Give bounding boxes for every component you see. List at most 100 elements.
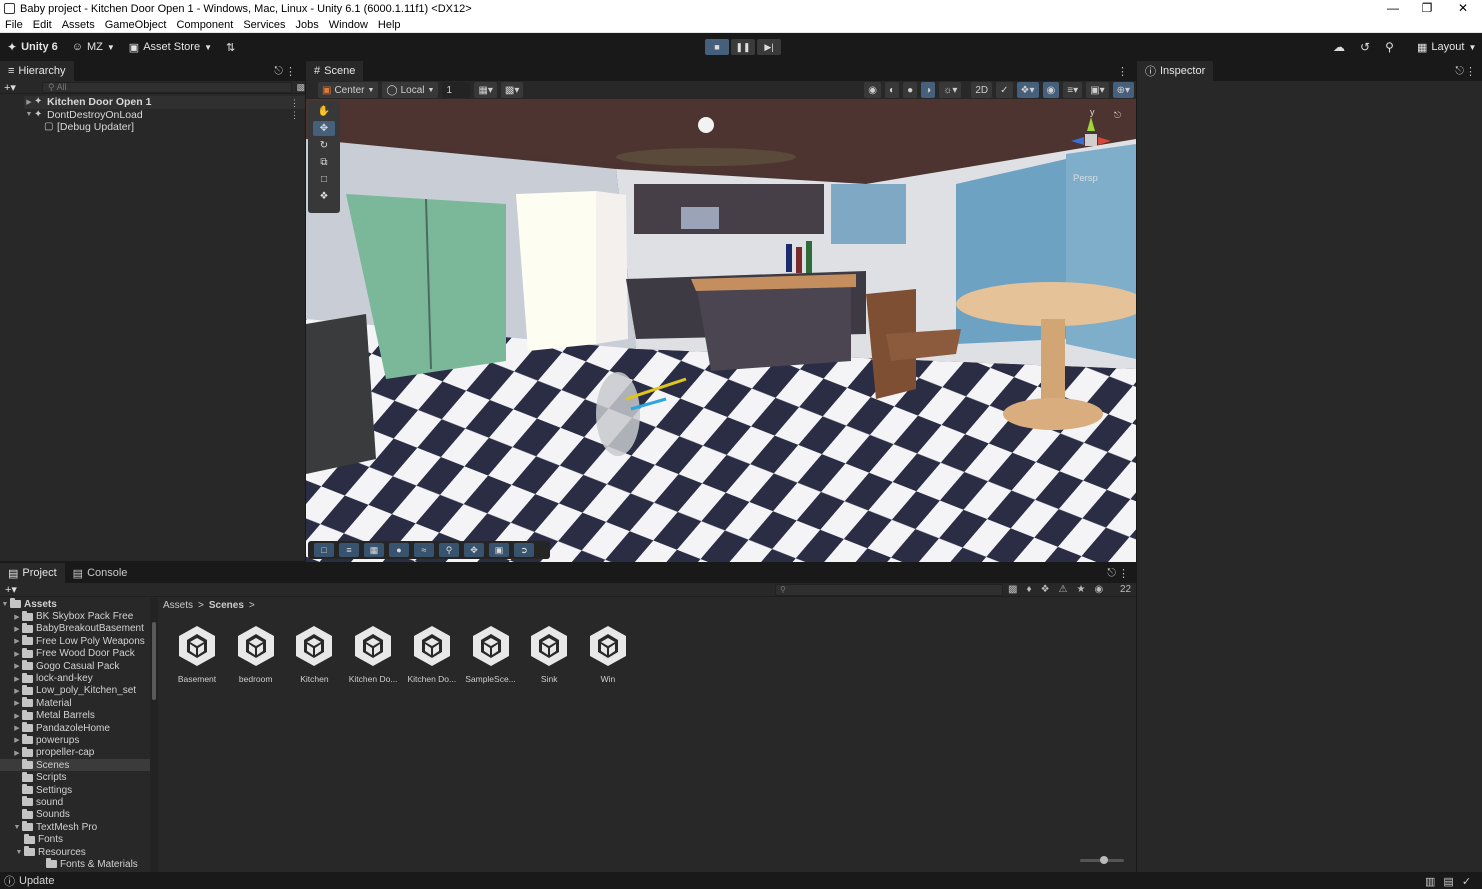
cloud-icon[interactable]: ☁	[1333, 40, 1345, 54]
lock-icon[interactable]: ⎋	[1107, 567, 1116, 580]
tree-folder[interactable]: ▶ Gogo Casual Pack	[0, 660, 150, 672]
shading-unlit-button[interactable]: ◑	[921, 82, 936, 98]
menu-file[interactable]: File	[0, 19, 28, 31]
toggle-2d-button[interactable]: 2D	[971, 82, 993, 98]
rect-select-icon[interactable]: □	[314, 543, 334, 557]
tree-folder[interactable]: ▶ Low_poly_Kitchen_set	[0, 684, 150, 697]
scene-asset-tile[interactable]: Sink	[520, 624, 578, 684]
expand-arrow-icon[interactable]: ▶	[12, 613, 22, 621]
tree-folder[interactable]: ▼ Resources	[0, 846, 150, 858]
expand-arrow-icon[interactable]: ▶	[12, 736, 22, 744]
debug-draw-dropdown[interactable]: ☼▾	[939, 82, 962, 98]
pause-button[interactable]: ❚❚	[731, 39, 755, 55]
layers-overlay-icon[interactable]: ≈	[414, 543, 434, 557]
scene-asset-tile[interactable]: SampleSce...	[462, 624, 520, 684]
grid-snap-dropdown[interactable]: ▦▾	[474, 82, 497, 98]
menu-help[interactable]: Help	[373, 19, 406, 31]
unity-button[interactable]: ✦ Unity 6	[0, 37, 65, 57]
hierarchy-search-input[interactable]: ⚲ All	[41, 81, 293, 93]
tab-hierarchy[interactable]: ≡ Hierarchy	[0, 61, 74, 81]
pivot-overlay-icon[interactable]: ✥	[464, 543, 484, 557]
tree-folder[interactable]: ▶ BabyBreakoutBasement	[0, 622, 150, 635]
scale-tool-icon[interactable]: ⧉	[313, 155, 335, 170]
step-button[interactable]: ▶|	[757, 39, 781, 55]
add-icon[interactable]: +▾	[4, 81, 16, 94]
gizmo-lock-icon[interactable]: ⎋	[1114, 110, 1121, 121]
expand-arrow-icon[interactable]: ▶	[12, 712, 22, 720]
version-control-button[interactable]: ⇅	[219, 37, 242, 57]
more-options-icon[interactable]: ⋮	[285, 65, 296, 78]
navigation-icon[interactable]: ➲	[514, 543, 534, 557]
breadcrumb-assets[interactable]: Assets	[163, 600, 193, 611]
menu-component[interactable]: Component	[171, 19, 238, 31]
menu-services[interactable]: Services	[238, 19, 290, 31]
breadcrumb-scenes[interactable]: Scenes	[209, 600, 244, 611]
expand-arrow-icon[interactable]: ▶	[12, 699, 22, 707]
scene-asset-tile[interactable]: bedroom	[227, 624, 285, 684]
project-search-input[interactable]: ⚲	[775, 584, 1003, 596]
tree-folder[interactable]: ▶ BK Skybox Pack Free	[0, 610, 150, 622]
row-menu-icons[interactable]: ⋮ ⋮	[290, 97, 299, 121]
tab-project[interactable]: ▤ Project	[0, 563, 65, 583]
search-by-type-icon[interactable]: ▩	[1008, 584, 1017, 595]
orientation-gizmo[interactable]: y	[1066, 107, 1116, 165]
folder-tree-scrollbar[interactable]	[150, 598, 158, 872]
scene-asset-tile[interactable]: Win	[579, 624, 637, 684]
lighting-toggle[interactable]: ✓	[996, 82, 1013, 98]
menu-edit[interactable]: Edit	[28, 19, 57, 31]
visibility-toggle[interactable]: ◉	[1042, 82, 1060, 98]
shading-shaded-wireframe-button[interactable]: ◐	[885, 82, 900, 98]
move-tool-icon[interactable]: ✥	[313, 121, 335, 136]
expand-arrow-icon[interactable]: ▶	[12, 662, 22, 670]
tree-folder[interactable]: Sounds	[0, 808, 150, 821]
expand-arrow-icon[interactable]: ▶	[12, 650, 22, 658]
restore-icon[interactable]: ❐	[1410, 0, 1444, 17]
tab-scene[interactable]: # Scene	[306, 61, 364, 81]
tree-folder[interactable]: ▼ TextMesh Pro	[0, 821, 150, 833]
tree-folder[interactable]: ▶ lock-and-key	[0, 672, 150, 684]
align-icon[interactable]: ≡	[339, 543, 359, 557]
minimize-icon[interactable]: —	[1376, 0, 1410, 17]
hierarchy-item[interactable]: ▶ ✦ Kitchen Door Open 1	[24, 96, 305, 109]
tree-folder[interactable]: Fonts	[0, 833, 150, 845]
menu-assets[interactable]: Assets	[57, 19, 100, 31]
tag-icon[interactable]: ❖	[1041, 584, 1050, 595]
scene-asset-tile[interactable]: Kitchen Do...	[403, 624, 461, 684]
history-icon[interactable]: ↺	[1360, 40, 1370, 54]
rect-tool-icon[interactable]: □	[313, 172, 335, 187]
expand-arrow-icon[interactable]: ▶	[12, 675, 22, 683]
tree-folder[interactable]: sound	[0, 796, 150, 808]
menu-window[interactable]: Window	[324, 19, 373, 31]
lock-icon[interactable]: ⎋	[274, 65, 283, 78]
tree-folder[interactable]: ▶ PandazoleHome	[0, 722, 150, 734]
scene-viewport[interactable]: y ⎋ Persp	[306, 99, 1136, 562]
hand-tool-icon[interactable]: ✋	[313, 104, 335, 119]
add-asset-icon[interactable]: +▾	[5, 583, 17, 596]
scene-asset-tile[interactable]: Basement	[168, 624, 226, 684]
icon-size-slider[interactable]	[1080, 856, 1124, 864]
check-icon[interactable]: ✓	[1462, 875, 1471, 888]
tree-folder[interactable]: ▶ Material	[0, 697, 150, 709]
expand-arrow-icon[interactable]: ▶	[12, 637, 22, 645]
tree-folder[interactable]: Scripts	[0, 771, 150, 783]
rotate-tool-icon[interactable]: ↻	[313, 138, 335, 153]
hierarchy-item[interactable]: ▼ ✦ DontDestroyOnLoad	[24, 109, 305, 122]
warning-icon[interactable]: ⚠	[1059, 584, 1068, 595]
menu-gameobject[interactable]: GameObject	[100, 19, 172, 31]
tab-inspector[interactable]: ⓘ Inspector	[1137, 61, 1214, 81]
shading-shaded-button[interactable]: ●	[903, 82, 918, 98]
progress-icon[interactable]: ▥	[1425, 875, 1435, 888]
more-options-icon[interactable]: ⋮	[1117, 65, 1128, 78]
stop-button[interactable]: ■	[705, 39, 729, 55]
collapse-arrow-icon[interactable]: ▼	[24, 111, 34, 118]
pivot-dropdown[interactable]: ▣ Center ▼	[318, 82, 379, 98]
tree-folder[interactable]: ▶ propeller-cap	[0, 746, 150, 759]
layers-dropdown[interactable]: ≡▾	[1063, 82, 1083, 98]
scene-asset-tile[interactable]: Kitchen Do...	[344, 624, 402, 684]
scene-asset-tile[interactable]: Kitchen	[285, 624, 343, 684]
expand-arrow-icon[interactable]: ▶	[12, 625, 22, 633]
transform-tool-icon[interactable]: ❖	[313, 189, 335, 204]
camera-overlay-icon[interactable]: ▣	[489, 543, 509, 557]
tree-folder[interactable]: ▶ powerups	[0, 734, 150, 746]
tree-folder[interactable]: Fonts & Materials	[0, 858, 150, 870]
